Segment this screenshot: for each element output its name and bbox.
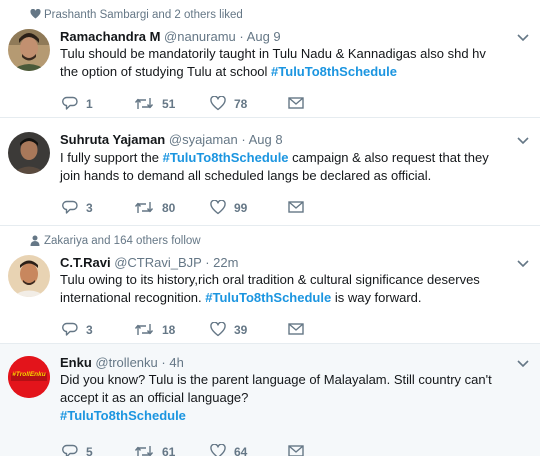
timestamp[interactable]: Aug 9 bbox=[247, 29, 281, 44]
separator: · bbox=[241, 132, 246, 147]
user-handle[interactable]: @CTRavi_BJP bbox=[114, 255, 201, 270]
tweet[interactable]: Prashanth Sambargi and 2 others liked Ra… bbox=[0, 0, 540, 118]
tweet-text-line: Tulu owing to its history,rich oral trad… bbox=[60, 272, 480, 287]
hashtag-link[interactable]: #TuluTo8thSchedule bbox=[271, 64, 397, 79]
separator: · bbox=[239, 29, 244, 44]
person-icon bbox=[30, 235, 40, 246]
user-name[interactable]: Enku bbox=[60, 355, 92, 370]
tweet-header: Enku @trollenku · 4h bbox=[60, 355, 184, 370]
hashtag-link[interactable]: #TuluTo8thSchedule bbox=[163, 150, 289, 165]
retweet-icon bbox=[134, 202, 154, 213]
avatar[interactable] bbox=[8, 132, 50, 174]
separator: · bbox=[205, 255, 210, 270]
like-count: 39 bbox=[234, 323, 248, 337]
tweet-text-fragment: I fully support the bbox=[60, 150, 159, 165]
tweet-text: I fully support the #TuluTo8thSchedule c… bbox=[60, 149, 522, 185]
avatar[interactable]: #TrollEnku bbox=[8, 356, 50, 398]
reply-count: 3 bbox=[86, 201, 93, 215]
tweet-text-fragment: campaign & also request that they bbox=[292, 150, 489, 165]
reply-count: 3 bbox=[86, 323, 93, 337]
timeline-feed: Prashanth Sambargi and 2 others liked Ra… bbox=[0, 0, 540, 456]
user-name[interactable]: C.T.Ravi bbox=[60, 255, 111, 270]
separator: · bbox=[161, 355, 166, 370]
tweet-text-line: the option of studying Tulu at school #T… bbox=[60, 63, 522, 81]
user-handle[interactable]: @nanuramu bbox=[164, 29, 236, 44]
tweet-text: Tulu should be mandatorily taught in Tul… bbox=[60, 45, 522, 81]
avatar-photo bbox=[8, 132, 50, 174]
retweet-count: 18 bbox=[162, 323, 176, 337]
tweet-text-line: I fully support the #TuluTo8thSchedule c… bbox=[60, 149, 522, 167]
timestamp[interactable]: Aug 8 bbox=[249, 132, 283, 147]
retweet-count: 61 bbox=[162, 445, 176, 456]
social-context-text: Zakariya and 164 others follow bbox=[44, 235, 201, 247]
user-handle[interactable]: @syajaman bbox=[169, 132, 238, 147]
avatar-logo-text: #TrollEnku bbox=[12, 371, 46, 378]
avatar[interactable] bbox=[8, 255, 50, 297]
avatar[interactable] bbox=[8, 29, 50, 71]
heart-outline-icon bbox=[210, 96, 226, 111]
tweet[interactable]: Zakariya and 164 others follow C.T.Ravi … bbox=[0, 226, 540, 344]
reply-icon bbox=[62, 444, 78, 456]
avatar-photo bbox=[8, 29, 50, 71]
reply-icon bbox=[62, 322, 78, 336]
hashtag-link[interactable]: #TuluTo8thSchedule bbox=[205, 290, 331, 305]
tweet-text-line: accept it as an official language? bbox=[60, 390, 249, 405]
like-count: 99 bbox=[234, 201, 248, 215]
hashtag-link[interactable]: #TuluTo8thSchedule bbox=[60, 408, 186, 423]
tweet-text-line: #TuluTo8thSchedule bbox=[60, 407, 522, 425]
retweet-count: 80 bbox=[162, 201, 176, 215]
tweet-text-line: Tulu should be mandatorily taught in Tul… bbox=[60, 46, 486, 61]
tweet-text-line: Did you know? Tulu is the parent languag… bbox=[60, 372, 492, 387]
like-count: 78 bbox=[234, 97, 248, 111]
chevron-down-icon[interactable] bbox=[516, 259, 530, 269]
tweet-header: C.T.Ravi @CTRavi_BJP · 22m bbox=[60, 255, 238, 270]
envelope-icon bbox=[288, 201, 304, 213]
reply-count: 1 bbox=[86, 97, 93, 111]
envelope-icon bbox=[288, 323, 304, 335]
tweet-header: Ramachandra M @nanuramu · Aug 9 bbox=[60, 29, 281, 44]
user-name[interactable]: Ramachandra M bbox=[60, 29, 160, 44]
envelope-icon bbox=[288, 97, 304, 109]
tweet[interactable]: Suhruta Yajaman @syajaman · Aug 8 I full… bbox=[0, 118, 540, 226]
retweet-icon bbox=[134, 446, 154, 456]
heart-outline-icon bbox=[210, 200, 226, 215]
chevron-down-icon[interactable] bbox=[516, 136, 530, 146]
tweet-text-line: join hands to demand all scheduled langs… bbox=[60, 168, 432, 183]
timestamp[interactable]: 22m bbox=[213, 255, 238, 270]
tweet-text-fragment: international recognition. bbox=[60, 290, 202, 305]
reply-count: 5 bbox=[86, 445, 93, 456]
envelope-icon bbox=[288, 445, 304, 456]
tweet[interactable]: #TrollEnku Enku @trollenku · 4h Did you … bbox=[0, 344, 540, 456]
heart-outline-icon bbox=[210, 444, 226, 456]
social-context[interactable]: Prashanth Sambargi and 2 others liked bbox=[30, 9, 243, 21]
tweet-text-line: international recognition. #TuluTo8thSch… bbox=[60, 289, 522, 307]
tweet-text-fragment: the option of studying Tulu at school bbox=[60, 64, 268, 79]
chevron-down-icon[interactable] bbox=[516, 359, 530, 369]
social-context-text: Prashanth Sambargi and 2 others liked bbox=[44, 9, 243, 21]
tweet-text: Did you know? Tulu is the parent languag… bbox=[60, 371, 522, 425]
retweet-count: 51 bbox=[162, 97, 176, 111]
retweet-icon bbox=[134, 98, 154, 109]
like-count: 64 bbox=[234, 445, 248, 456]
tweet-actions: 1 51 78 bbox=[62, 96, 362, 112]
heart-outline-icon bbox=[210, 322, 226, 337]
reply-icon bbox=[62, 200, 78, 214]
avatar-photo bbox=[8, 255, 50, 297]
heart-icon bbox=[30, 9, 41, 19]
reply-icon bbox=[62, 96, 78, 110]
tweet-actions: 5 61 64 bbox=[62, 444, 362, 456]
tweet-text: Tulu owing to its history,rich oral trad… bbox=[60, 271, 522, 307]
tweet-text-fragment: is way forward. bbox=[334, 290, 422, 305]
retweet-icon bbox=[134, 324, 154, 335]
social-context[interactable]: Zakariya and 164 others follow bbox=[30, 235, 201, 247]
tweet-actions: 3 18 39 bbox=[62, 322, 362, 338]
tweet-header: Suhruta Yajaman @syajaman · Aug 8 bbox=[60, 132, 283, 147]
user-name[interactable]: Suhruta Yajaman bbox=[60, 132, 165, 147]
user-handle[interactable]: @trollenku bbox=[95, 355, 157, 370]
timestamp[interactable]: 4h bbox=[169, 355, 183, 370]
tweet-actions: 3 80 99 bbox=[62, 200, 362, 216]
chevron-down-icon[interactable] bbox=[516, 33, 530, 43]
